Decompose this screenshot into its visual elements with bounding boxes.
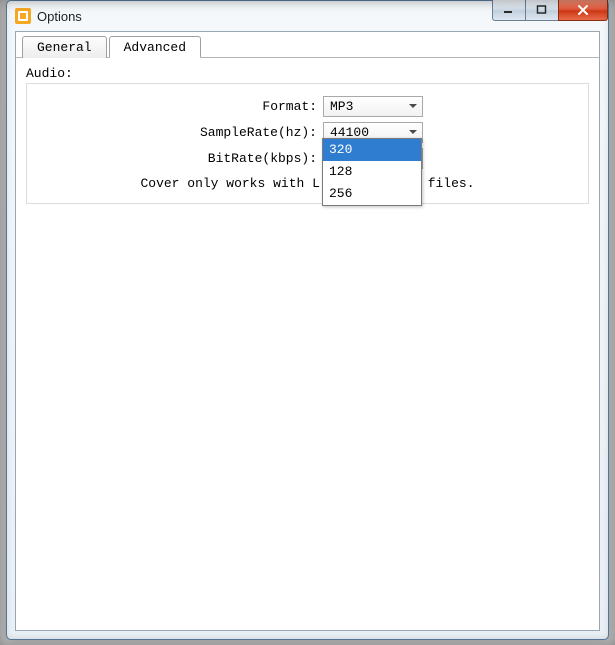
audio-group: Format: MP3 SampleRate(hz): 44100 BitRat…: [26, 83, 589, 204]
row-bitrate: BitRate(kbps): 320: [35, 146, 580, 170]
close-button[interactable]: [558, 0, 608, 21]
cover-note-left: Cover only works with L: [140, 176, 319, 191]
tabbar: General Advanced: [16, 32, 599, 58]
window-title: Options: [37, 9, 82, 24]
row-format: Format: MP3: [35, 94, 580, 118]
chevron-down-icon: [404, 97, 422, 116]
window-buttons: [493, 0, 608, 21]
cover-note: Cover only works with L files.: [35, 176, 580, 191]
format-value: MP3: [330, 99, 353, 114]
maximize-icon: [536, 5, 548, 15]
client-area: General Advanced Audio: Format: MP3 Samp…: [15, 31, 600, 631]
bitrate-option[interactable]: 320: [323, 139, 421, 161]
format-label: Format:: [35, 99, 323, 114]
samplerate-label: SampleRate(hz):: [35, 125, 323, 140]
bitrate-option[interactable]: 128: [323, 161, 421, 183]
maximize-button[interactable]: [525, 0, 559, 21]
bitrate-label: BitRate(kbps):: [35, 151, 323, 166]
tab-advanced[interactable]: Advanced: [109, 36, 201, 58]
row-samplerate: SampleRate(hz): 44100: [35, 120, 580, 144]
bitrate-option[interactable]: 256: [323, 183, 421, 205]
bitrate-dropdown[interactable]: 320 128 256: [322, 138, 422, 206]
close-icon: [577, 5, 589, 15]
format-combobox[interactable]: MP3: [323, 96, 423, 117]
audio-section-label: Audio:: [26, 66, 589, 81]
tab-general[interactable]: General: [22, 36, 107, 58]
cover-note-right: files.: [420, 176, 475, 191]
tab-content-advanced: Audio: Format: MP3 SampleRate(hz): 44100: [16, 58, 599, 630]
minimize-button[interactable]: [492, 0, 526, 21]
minimize-icon: [503, 5, 515, 15]
app-icon: [15, 8, 31, 24]
options-window: Options General Advanced Audio:: [6, 0, 609, 640]
titlebar[interactable]: Options: [7, 1, 608, 31]
